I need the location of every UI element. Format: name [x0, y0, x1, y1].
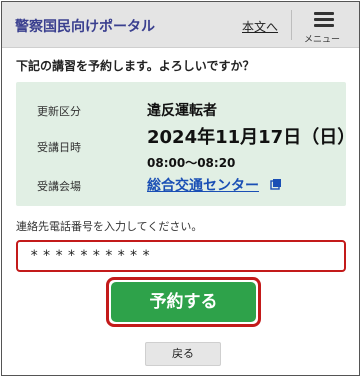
- course-info-box: 更新区分 違反運転者 受講日時 2024年11月17日（日） 08:00〜08:…: [16, 82, 355, 206]
- phone-input[interactable]: [16, 240, 346, 272]
- skip-to-main-link[interactable]: 本文へ: [242, 18, 278, 35]
- venue-label: 受講会場: [37, 180, 81, 193]
- phone-field-label: 連絡先電話番号を入力してください。: [16, 220, 203, 233]
- confirm-prompt: 下記の講習を予約します。よろしいですか？: [16, 59, 255, 73]
- page-frame: 警察国民向けポータル 本文へ メニュー 下記の講習を予約します。よろしいですか？…: [1, 1, 360, 376]
- datetime-label: 受講日時: [37, 141, 81, 154]
- hamburger-icon: [314, 12, 334, 28]
- time-value: 08:00〜08:20: [147, 156, 236, 170]
- app-title: 警察国民向けポータル: [15, 19, 155, 35]
- header-bar: 警察国民向けポータル 本文へ メニュー: [2, 2, 359, 48]
- header-divider: [291, 10, 292, 40]
- menu-button[interactable]: メニュー: [298, 8, 356, 46]
- menu-label: メニュー: [304, 35, 341, 45]
- category-value: 違反運転者: [147, 103, 217, 119]
- reserve-button-highlight: 予約する: [106, 277, 261, 327]
- back-button[interactable]: 戻る: [145, 342, 221, 366]
- external-link-icon: [270, 179, 281, 190]
- date-value: 2024年11月17日（日）: [147, 127, 356, 148]
- category-label: 更新区分: [37, 105, 81, 118]
- venue-link[interactable]: 総合交通センター: [147, 175, 259, 195]
- reserve-button[interactable]: 予約する: [111, 282, 256, 322]
